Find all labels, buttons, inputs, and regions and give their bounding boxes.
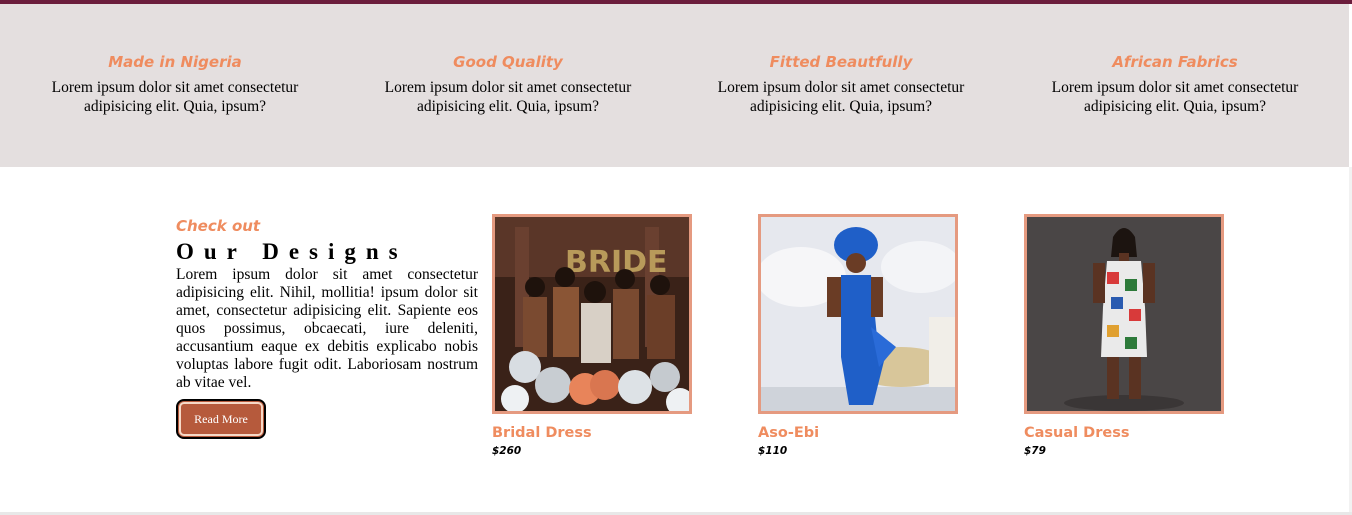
feature-title: African Fabrics [1112, 53, 1238, 71]
designs-title: Our Designs [176, 239, 408, 264]
product-name[interactable]: Casual Dress [1024, 424, 1224, 442]
feature-title: Good Quality [453, 53, 563, 71]
product-price: $79 [1024, 445, 1046, 457]
designs-description: Lorem ipsum dolor sit amet consectetur a… [176, 266, 478, 391]
product-card-aso-ebi[interactable]: Aso-Ebi $110 [758, 214, 958, 457]
feature-text: Lorem ipsum dolor sit amet consectetur a… [384, 79, 632, 115]
product-card-bridal-dress[interactable]: BRIDE Bridal Dress $260 [492, 214, 692, 457]
feature-text: Lorem ipsum dolor sit amet consectetur a… [1051, 79, 1299, 115]
product-name[interactable]: Bridal Dress [492, 424, 692, 442]
feature-title: Fitted Beautfully [769, 53, 913, 71]
feature-title: Made in Nigeria [108, 53, 242, 71]
product-photo[interactable] [1024, 214, 1224, 414]
product-photo[interactable]: BRIDE [492, 214, 692, 414]
product-name[interactable]: Aso-Ebi [758, 424, 958, 442]
read-more-button[interactable]: Read More [176, 399, 266, 439]
product-price: $110 [758, 445, 788, 457]
product-card-casual-dress[interactable]: Casual Dress $79 [1024, 214, 1224, 457]
designs-kicker: Check out [176, 217, 261, 235]
feature-african-fabrics: African Fabrics Lorem ipsum dolor sit am… [1025, 52, 1325, 116]
product-price: $260 [492, 445, 522, 457]
features-band: Made in Nigeria Lorem ipsum dolor sit am… [0, 4, 1349, 167]
feature-made-in-nigeria: Made in Nigeria Lorem ipsum dolor sit am… [25, 52, 325, 116]
designs-intro: Check out Our Designs Lorem ipsum dolor … [176, 216, 478, 439]
feature-text: Lorem ipsum dolor sit amet consectetur a… [717, 79, 965, 115]
feature-text: Lorem ipsum dolor sit amet consectetur a… [51, 79, 299, 115]
feature-good-quality: Good Quality Lorem ipsum dolor sit amet … [358, 52, 658, 116]
feature-fitted-beautifully: Fitted Beautfully Lorem ipsum dolor sit … [691, 52, 991, 116]
casual-dress-photo [1027, 217, 1221, 411]
bridal-party-photo: BRIDE [495, 217, 689, 411]
product-photo[interactable] [758, 214, 958, 414]
aso-ebi-photo [761, 217, 955, 411]
